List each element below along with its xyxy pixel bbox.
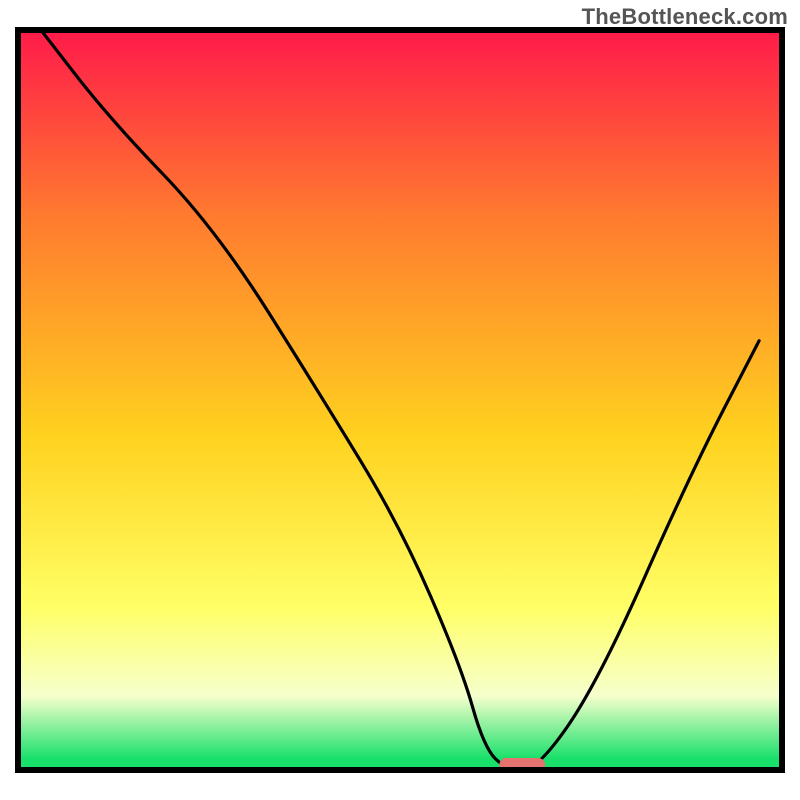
watermark-text: TheBottleneck.com — [582, 4, 788, 30]
bottleneck-chart — [0, 0, 800, 800]
chart-container: TheBottleneck.com — [0, 0, 800, 800]
